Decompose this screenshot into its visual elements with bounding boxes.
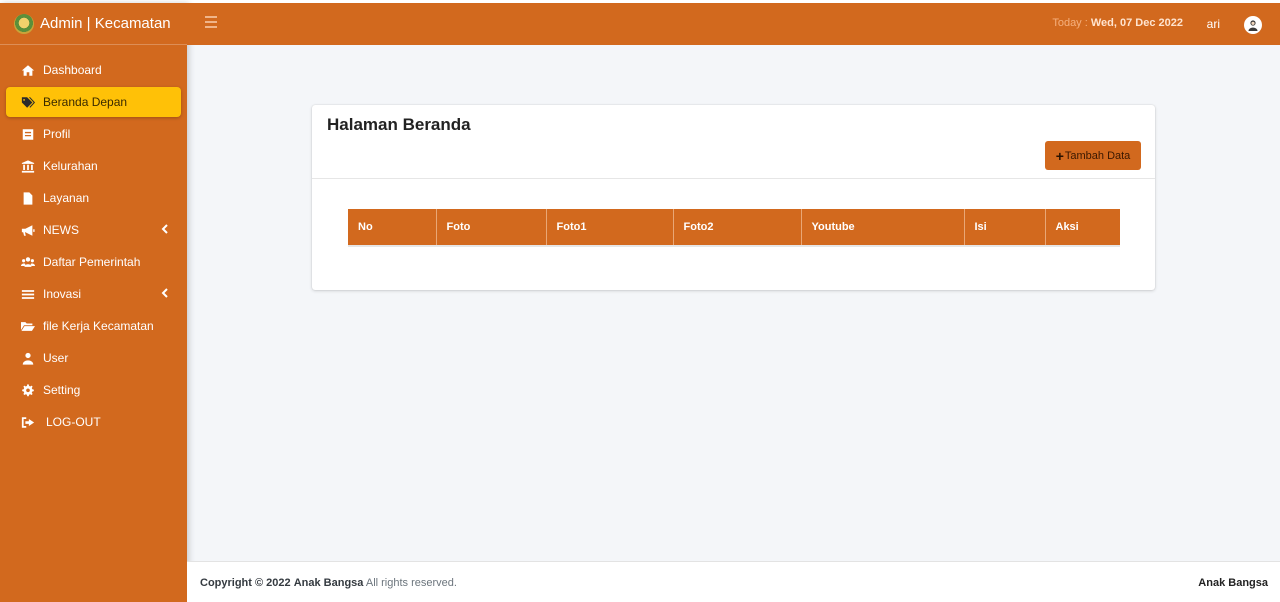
user-avatar-icon[interactable] xyxy=(1244,16,1262,34)
folder-open-icon xyxy=(20,319,36,333)
hamburger-icon[interactable] xyxy=(205,16,217,30)
today-date: Wed, 07 Dec 2022 xyxy=(1090,17,1183,29)
id-card-icon xyxy=(20,127,36,141)
footer-brand: Anak Bangsa xyxy=(1198,577,1268,589)
user-icon xyxy=(20,351,36,365)
card-divider xyxy=(312,178,1155,179)
sidebar-item-profil[interactable]: Profil xyxy=(6,119,181,149)
plus-icon: + xyxy=(1055,147,1064,164)
copyright-text: Copyright © 2022 Anak Bangsa All rights … xyxy=(200,577,457,589)
regency-emblem-icon xyxy=(14,13,34,34)
tags-icon xyxy=(20,95,36,109)
sidebar-item-dashboard[interactable]: Dashboard xyxy=(6,55,181,85)
file-icon xyxy=(20,191,36,205)
sign-out-icon xyxy=(20,415,36,429)
sidebar-item-news[interactable]: NEWS xyxy=(6,215,181,245)
bars-icon xyxy=(20,287,36,301)
sidebar-item-setting[interactable]: Setting xyxy=(6,375,181,405)
column-header-aksi[interactable]: Aksi xyxy=(1045,209,1120,247)
sidebar-item-label: Kelurahan xyxy=(43,159,98,173)
beranda-table: No Foto Foto1 Foto2 Youtube Isi Aksi xyxy=(348,209,1120,247)
sidebar: Admin | Kecamatan Dashboard Beranda Depa… xyxy=(0,3,187,602)
cog-icon xyxy=(20,383,36,397)
copyright-suffix: All rights reserved. xyxy=(365,577,457,589)
copyright-org-link[interactable]: Anak Bangsa xyxy=(294,577,364,589)
sidebar-item-label: NEWS xyxy=(43,223,79,237)
add-data-button[interactable]: + Tambah Data xyxy=(1045,141,1141,170)
sidebar-item-label: Beranda Depan xyxy=(43,95,128,109)
home-icon xyxy=(20,63,36,77)
sidebar-item-layanan[interactable]: Layanan xyxy=(6,183,181,213)
brand-title: Admin | Kecamatan xyxy=(40,15,171,32)
sidebar-item-file-kerja-kecamatan[interactable]: file Kerja Kecamatan xyxy=(6,311,181,341)
footer: Copyright © 2022 Anak Bangsa All rights … xyxy=(187,561,1280,602)
table-header-row: No Foto Foto1 Foto2 Youtube Isi Aksi xyxy=(348,209,1120,247)
sidebar-item-label: file Kerja Kecamatan xyxy=(43,319,154,333)
top-navbar: Today : Wed, 07 Dec 2022 ari xyxy=(187,3,1280,45)
user-name[interactable]: ari xyxy=(1207,17,1220,31)
sidebar-item-user[interactable]: User xyxy=(6,343,181,373)
add-data-label: Tambah Data xyxy=(1064,149,1131,162)
landmark-icon xyxy=(20,159,36,173)
chevron-left-icon xyxy=(159,223,171,235)
column-header-foto2[interactable]: Foto2 xyxy=(673,209,802,247)
page-title: Halaman Beranda xyxy=(327,115,471,134)
sidebar-item-label: Inovasi xyxy=(43,287,82,301)
sidebar-item-label: Layanan xyxy=(43,191,90,205)
sidebar-item-inovasi[interactable]: Inovasi xyxy=(6,279,181,309)
column-header-youtube[interactable]: Youtube xyxy=(801,209,965,247)
column-header-foto[interactable]: Foto xyxy=(436,209,547,247)
column-header-foto1[interactable]: Foto1 xyxy=(546,209,674,247)
sidebar-item-daftar-pemerintah[interactable]: Daftar Pemerintah xyxy=(6,247,181,277)
sidebar-item-kelurahan[interactable]: Kelurahan xyxy=(6,151,181,181)
sidebar-item-beranda-depan[interactable]: Beranda Depan xyxy=(6,87,181,117)
today-date-display: Today : Wed, 07 Dec 2022 xyxy=(1052,17,1183,29)
sidebar-item-label: Daftar Pemerintah xyxy=(43,255,141,269)
sidebar-item-label: Profil xyxy=(43,127,71,141)
sidebar-item-label: Dashboard xyxy=(43,63,102,77)
sidebar-item-label: User xyxy=(43,351,69,365)
sidebar-item-label: LOG-OUT xyxy=(46,415,101,429)
sidebar-menu: Dashboard Beranda Depan Profil Kelurahan… xyxy=(0,45,187,437)
users-icon xyxy=(20,255,36,269)
brand-link[interactable]: Admin | Kecamatan xyxy=(0,3,187,45)
column-header-isi[interactable]: Isi xyxy=(964,209,1046,247)
sidebar-item-label: Setting xyxy=(43,383,81,397)
sidebar-item-logout[interactable]: LOG-OUT xyxy=(6,407,181,437)
megaphone-icon xyxy=(20,223,36,237)
beranda-card: Halaman Beranda + Tambah Data No Foto Fot… xyxy=(312,105,1155,290)
column-header-no[interactable]: No xyxy=(348,209,437,247)
chevron-left-icon xyxy=(159,287,171,299)
copyright-prefix: Copyright © 2022 xyxy=(200,577,291,589)
today-label: Today : xyxy=(1052,17,1088,29)
